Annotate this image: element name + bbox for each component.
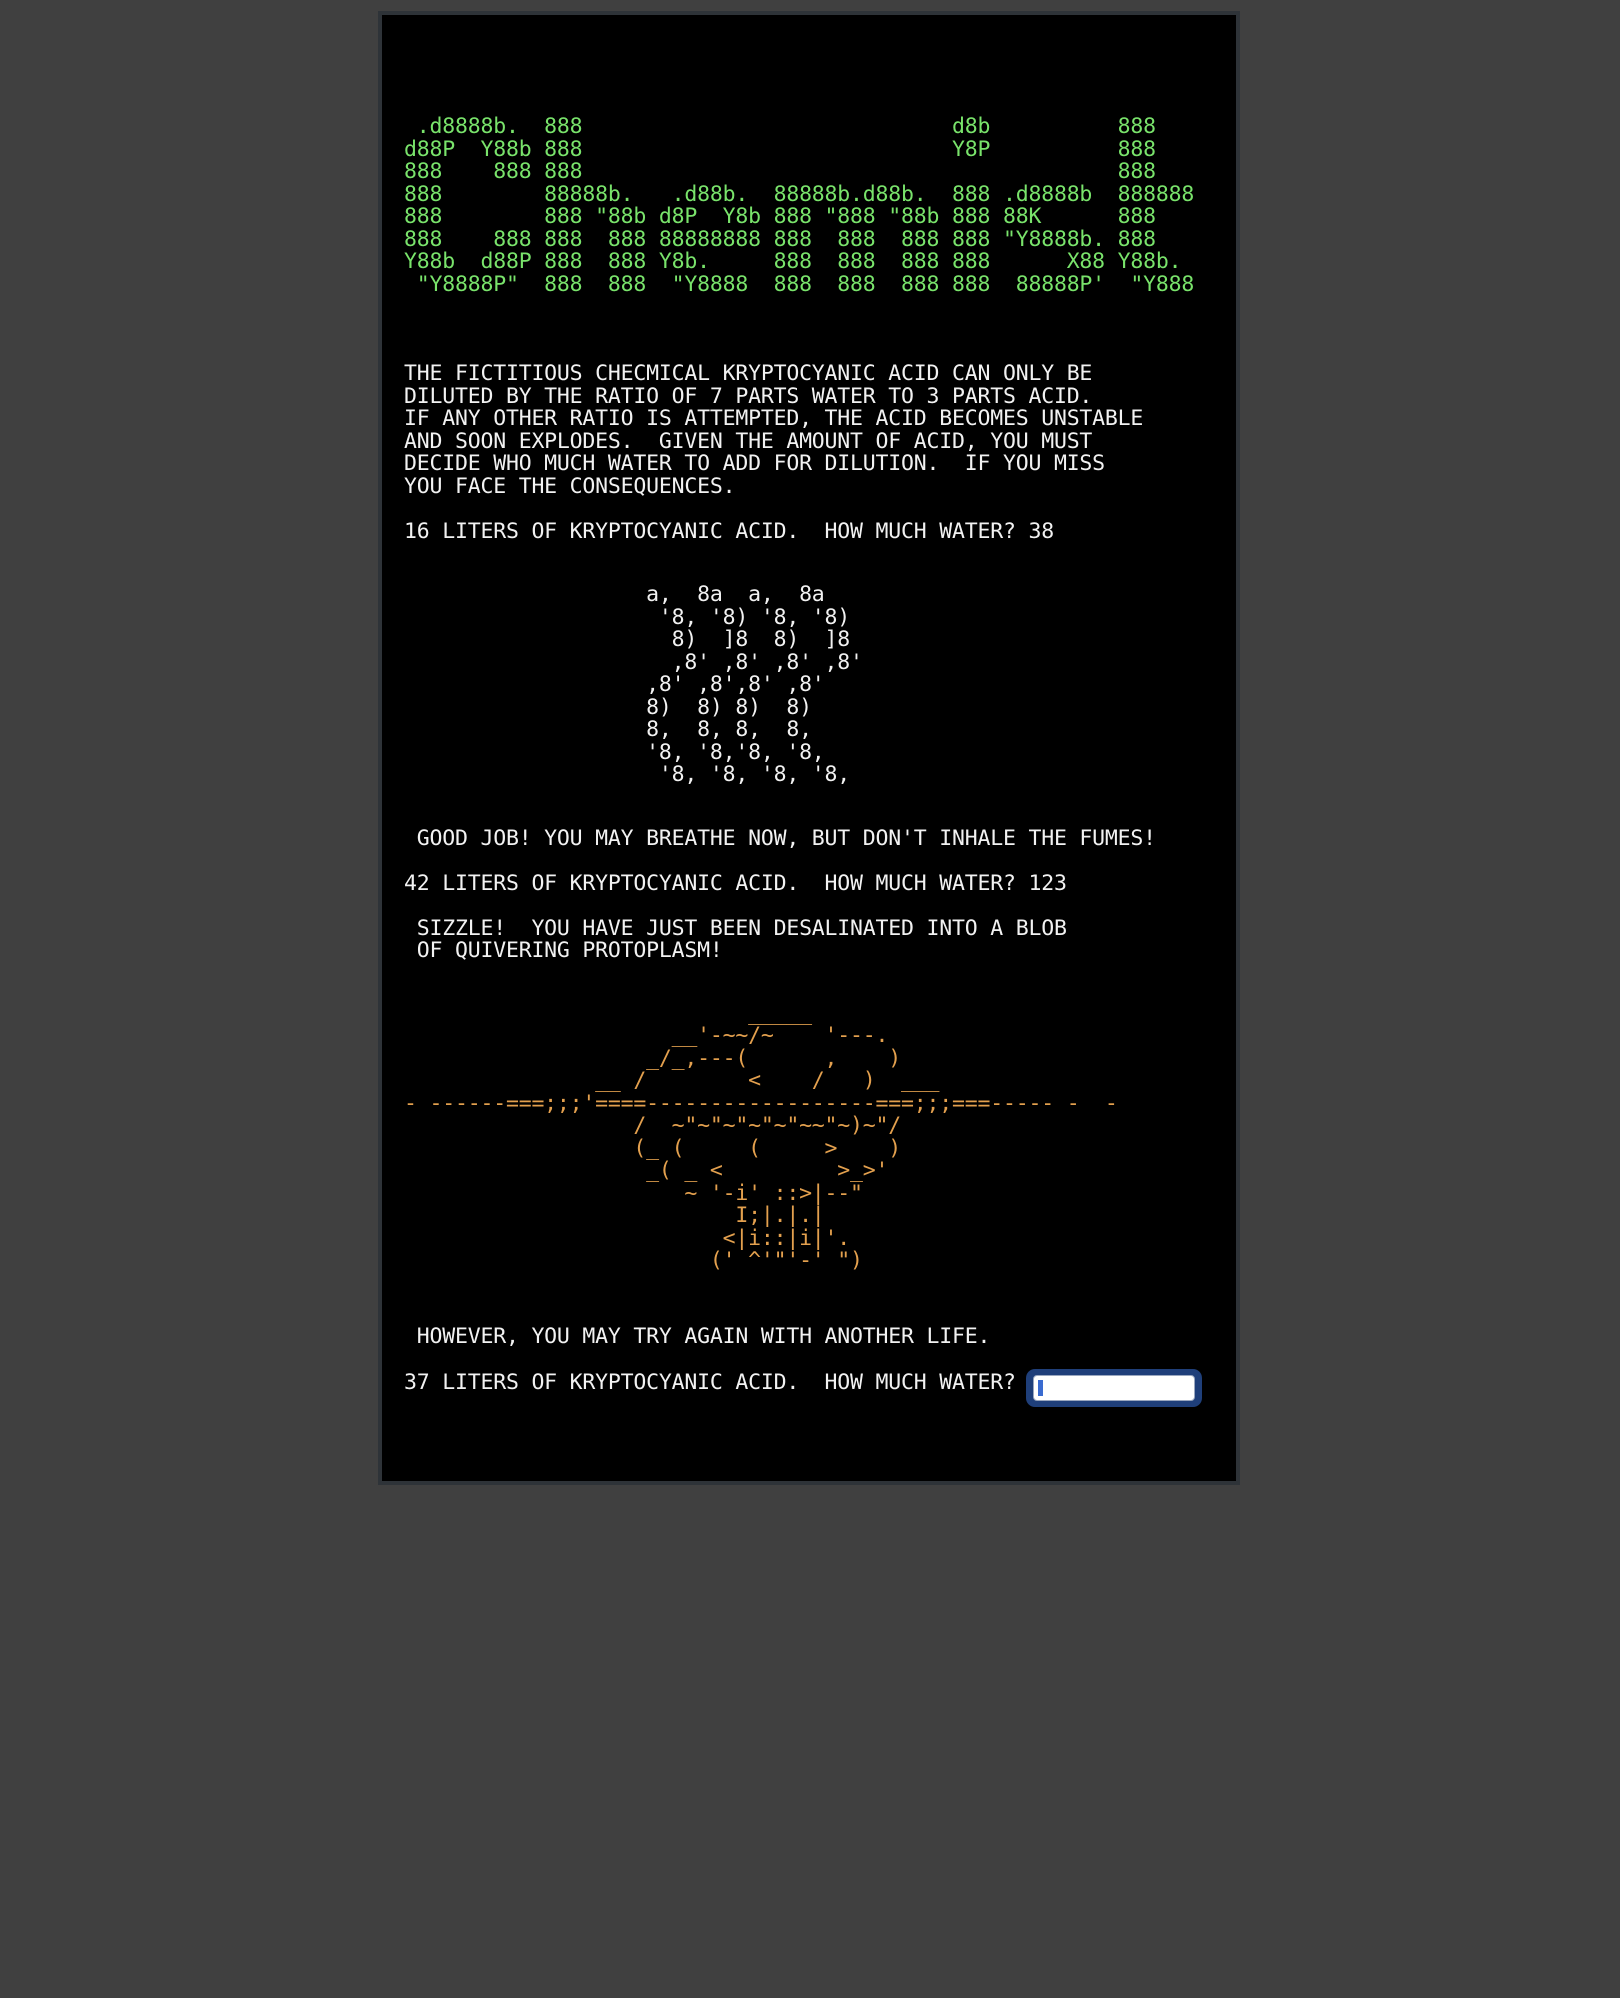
- intro-text: THE FICTITIOUS CHECMICAL KRYPTOCYANIC AC…: [404, 361, 1144, 499]
- fumes-ascii-art: a, 8a a, 8a '8, '8) '8, '8) 8) ]8 8) ]8 …: [646, 582, 863, 787]
- chemist-banner: .d8888b. 888 d8b 888 d88P Y88b 888 Y8P 8…: [404, 114, 1195, 297]
- round-1-result: GOOD JOB! YOU MAY BREATHE NOW, BUT DON'T…: [404, 825, 1156, 851]
- round-2-epilogue: HOWEVER, YOU MAY TRY AGAIN WITH ANOTHER …: [404, 1323, 991, 1349]
- round-2-result: SIZZLE! YOU HAVE JUST BEEN DESALINATED I…: [416, 915, 1067, 963]
- terminal-screen: .d8888b. 888 d8b 888 d88P Y88b 888 Y8P 8…: [404, 114, 1236, 1417]
- explosion-ascii-art: _____ __'-~~/~ '---. _/_,---( , ) __ / <…: [404, 1000, 1118, 1273]
- round-1-prompt: 16 LITERS OF KRYPTOCYANIC ACID. HOW MUCH…: [404, 518, 1054, 544]
- text-caret: [1038, 1380, 1043, 1396]
- water-input-focus-ring: [1026, 1369, 1202, 1407]
- water-amount-input[interactable]: [1033, 1375, 1195, 1401]
- round-3-input-row: 37 LITERS OF KRYPTOCYANIC ACID. HOW MUCH…: [404, 1369, 1236, 1417]
- terminal-window: .d8888b. 888 d8b 888 d88P Y88b 888 Y8P 8…: [378, 11, 1240, 1485]
- round-2-prompt: 42 LITERS OF KRYPTOCYANIC ACID. HOW MUCH…: [404, 870, 1067, 896]
